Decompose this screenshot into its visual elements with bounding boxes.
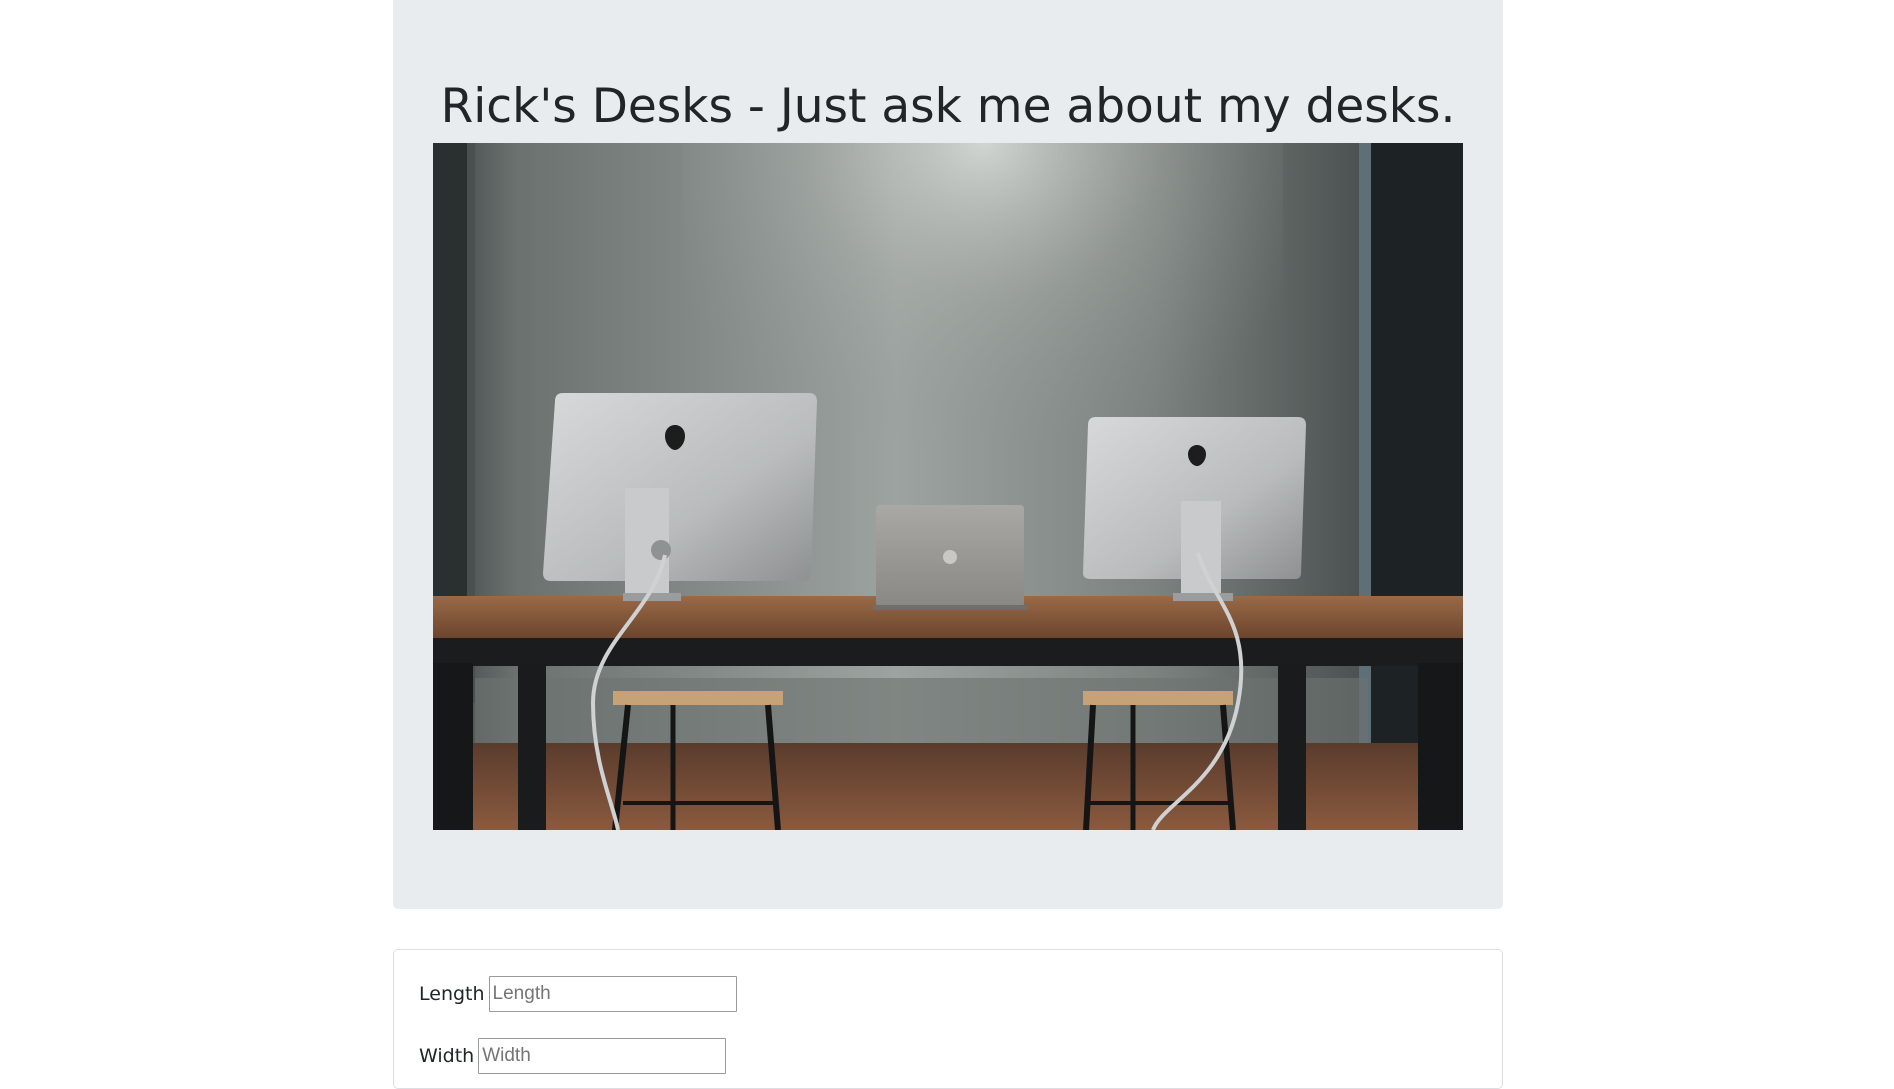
desk-form-card: Length Width <box>393 949 1503 1089</box>
width-label: Width <box>419 1045 475 1067</box>
width-field-row: Width <box>419 1038 727 1074</box>
length-label: Length <box>419 983 485 1005</box>
hero-image <box>433 143 1463 830</box>
page-title: Rick's Desks - Just ask me about my desk… <box>440 79 1456 134</box>
width-input[interactable] <box>478 1038 727 1074</box>
header-jumbotron: Rick's Desks - Just ask me about my desk… <box>393 0 1503 909</box>
length-input[interactable] <box>488 976 737 1012</box>
length-field-row: Length <box>419 976 737 1012</box>
